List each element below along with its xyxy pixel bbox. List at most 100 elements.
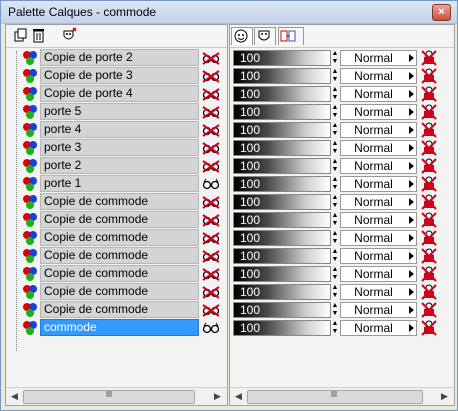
- scroll-right-icon[interactable]: ▶: [211, 390, 224, 403]
- layer-name[interactable]: Copie de commode: [40, 229, 199, 246]
- visibility-on-icon[interactable]: [202, 177, 220, 191]
- visibility-off-icon[interactable]: [202, 285, 220, 299]
- opacity-spinner[interactable]: ▲ ▼: [331, 50, 339, 66]
- visibility-off-icon[interactable]: [202, 267, 220, 281]
- opacity-slider[interactable]: 100: [233, 284, 331, 300]
- delete-layer-icon[interactable]: [30, 27, 48, 44]
- layer-row[interactable]: porte 4: [6, 121, 227, 139]
- layer-color-icon[interactable]: [22, 104, 38, 120]
- layer-color-icon[interactable]: [22, 194, 38, 210]
- blend-mode-select[interactable]: Normal: [340, 248, 417, 264]
- layer-row[interactable]: Copie de commode: [6, 301, 227, 319]
- visibility-off-icon[interactable]: [202, 105, 220, 119]
- lock-icon[interactable]: [421, 50, 437, 66]
- opacity-slider[interactable]: 100: [233, 104, 331, 120]
- layer-name[interactable]: Copie de porte 3: [40, 67, 199, 84]
- visibility-off-icon[interactable]: [202, 69, 220, 83]
- lock-icon[interactable]: [421, 122, 437, 138]
- blend-dropdown-icon[interactable]: [409, 180, 414, 188]
- opacity-slider[interactable]: 100: [233, 194, 331, 210]
- blend-mode-select[interactable]: Normal: [340, 230, 417, 246]
- blend-dropdown-icon[interactable]: [409, 90, 414, 98]
- blend-dropdown-icon[interactable]: [409, 54, 414, 62]
- lock-icon[interactable]: [421, 194, 437, 210]
- blend-mode-select[interactable]: Normal: [340, 320, 417, 336]
- lock-icon[interactable]: [421, 302, 437, 318]
- blend-mode-select[interactable]: Normal: [340, 122, 417, 138]
- opacity-slider[interactable]: 100: [233, 122, 331, 138]
- layer-color-icon[interactable]: [22, 302, 38, 318]
- layer-row[interactable]: porte 3: [6, 139, 227, 157]
- blend-mode-select[interactable]: Normal: [340, 302, 417, 318]
- layer-row[interactable]: Copie de porte 2: [6, 49, 227, 67]
- layer-name[interactable]: Copie de commode: [40, 283, 199, 300]
- blend-mode-select[interactable]: Normal: [340, 104, 417, 120]
- lock-icon[interactable]: [421, 104, 437, 120]
- layer-color-icon[interactable]: [22, 266, 38, 282]
- layer-color-icon[interactable]: [22, 158, 38, 174]
- opacity-spinner[interactable]: ▲ ▼: [331, 212, 339, 228]
- layer-name[interactable]: Copie de porte 2: [40, 49, 199, 66]
- blend-mode-select[interactable]: Normal: [340, 158, 417, 174]
- layer-row[interactable]: porte 2: [6, 157, 227, 175]
- layer-row[interactable]: commode: [6, 319, 227, 337]
- visibility-off-icon[interactable]: [202, 123, 220, 137]
- opacity-slider[interactable]: 100: [233, 320, 331, 336]
- layer-row[interactable]: Copie de commode: [6, 265, 227, 283]
- blend-dropdown-icon[interactable]: [409, 144, 414, 152]
- blend-mode-select[interactable]: Normal: [340, 68, 417, 84]
- blend-mode-select[interactable]: Normal: [340, 212, 417, 228]
- scroll-right-icon[interactable]: ▶: [438, 390, 451, 403]
- layer-color-icon[interactable]: [22, 212, 38, 228]
- layer-color-icon[interactable]: [22, 230, 38, 246]
- opacity-spinner[interactable]: ▲ ▼: [331, 176, 339, 192]
- layer-row[interactable]: Copie de commode: [6, 247, 227, 265]
- left-horizontal-scrollbar[interactable]: ◀ ▶: [6, 387, 227, 405]
- opacity-spinner[interactable]: ▲ ▼: [331, 248, 339, 264]
- title-bar[interactable]: Palette Calques - commode ×: [1, 1, 457, 24]
- opacity-spinner[interactable]: ▲ ▼: [331, 158, 339, 174]
- opacity-spinner[interactable]: ▲ ▼: [331, 104, 339, 120]
- lock-icon[interactable]: [421, 176, 437, 192]
- blend-dropdown-icon[interactable]: [409, 234, 414, 242]
- visibility-off-icon[interactable]: [202, 51, 220, 65]
- opacity-spinner[interactable]: ▲ ▼: [331, 140, 339, 156]
- layer-color-icon[interactable]: [22, 50, 38, 66]
- layer-name[interactable]: porte 2: [40, 157, 199, 174]
- layer-color-icon[interactable]: [22, 68, 38, 84]
- blend-mode-select[interactable]: Normal: [340, 140, 417, 156]
- opacity-slider[interactable]: 100: [233, 68, 331, 84]
- opacity-slider[interactable]: 100: [233, 248, 331, 264]
- scroll-left-icon[interactable]: ◀: [8, 390, 21, 403]
- blend-dropdown-icon[interactable]: [409, 198, 414, 206]
- visibility-off-icon[interactable]: [202, 159, 220, 173]
- layer-name[interactable]: Copie de commode: [40, 193, 199, 210]
- opacity-spinner[interactable]: ▲ ▼: [331, 284, 339, 300]
- layer-color-icon[interactable]: [22, 86, 38, 102]
- lock-icon[interactable]: [421, 212, 437, 228]
- opacity-spinner[interactable]: ▲ ▼: [331, 230, 339, 246]
- opacity-slider[interactable]: 100: [233, 212, 331, 228]
- layer-name[interactable]: Copie de commode: [40, 301, 199, 318]
- blend-dropdown-icon[interactable]: [409, 126, 414, 134]
- scroll-left-icon[interactable]: ◀: [232, 390, 245, 403]
- visibility-on-icon[interactable]: [202, 321, 220, 335]
- tab-links[interactable]: [278, 27, 304, 45]
- blend-dropdown-icon[interactable]: [409, 108, 414, 116]
- layer-name[interactable]: porte 3: [40, 139, 199, 156]
- layer-color-icon[interactable]: [22, 122, 38, 138]
- layer-color-icon[interactable]: [22, 140, 38, 156]
- layer-row[interactable]: Copie de porte 3: [6, 67, 227, 85]
- layer-name[interactable]: porte 5: [40, 103, 199, 120]
- blend-dropdown-icon[interactable]: [409, 306, 414, 314]
- visibility-off-icon[interactable]: [202, 231, 220, 245]
- blend-dropdown-icon[interactable]: [409, 162, 414, 170]
- layer-name[interactable]: porte 4: [40, 121, 199, 138]
- opacity-spinner[interactable]: ▲ ▼: [331, 320, 339, 336]
- blend-dropdown-icon[interactable]: [409, 252, 414, 260]
- blend-dropdown-icon[interactable]: [409, 324, 414, 332]
- mask-icon[interactable]: [61, 27, 79, 44]
- opacity-slider[interactable]: 100: [233, 86, 331, 102]
- blend-dropdown-icon[interactable]: [409, 216, 414, 224]
- lock-icon[interactable]: [421, 140, 437, 156]
